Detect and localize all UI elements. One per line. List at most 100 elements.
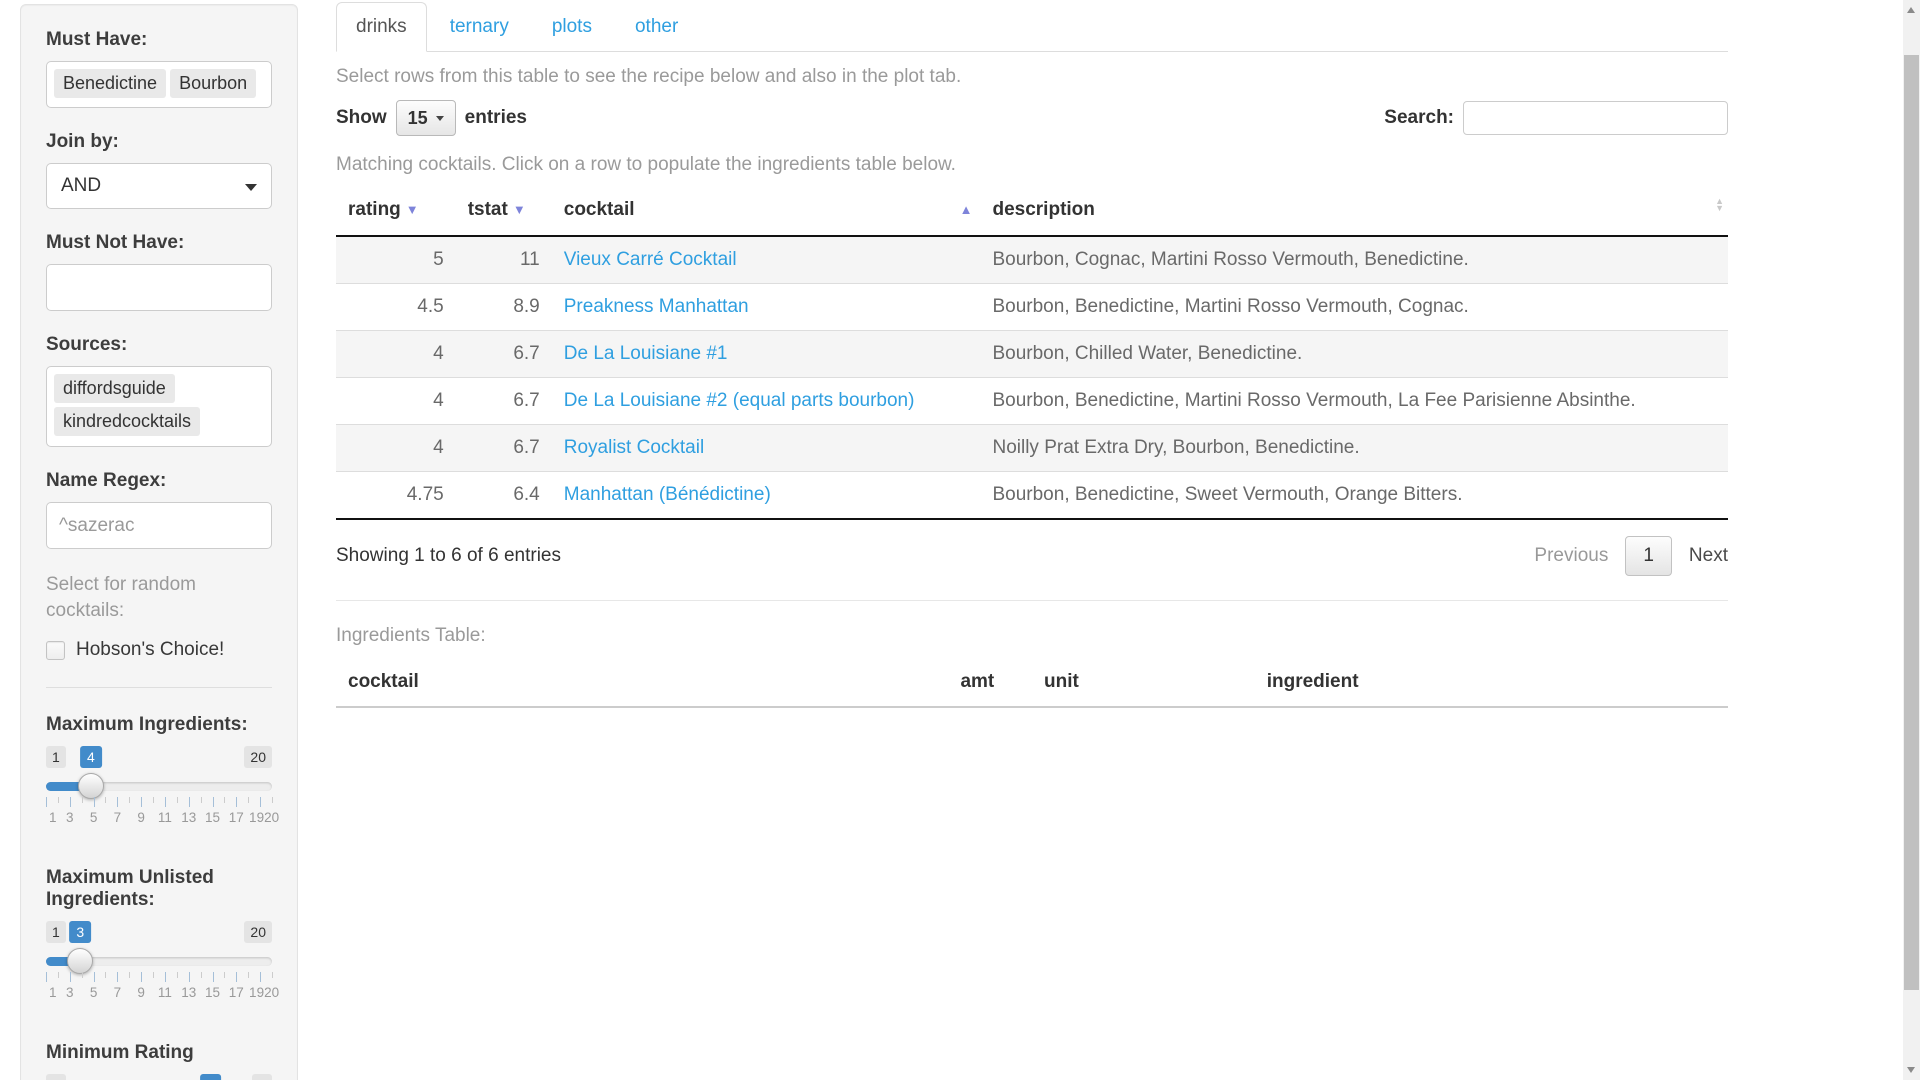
slider-tick-label: 15 (205, 985, 220, 1000)
slider-handle[interactable] (78, 773, 104, 799)
next-page-button[interactable]: Next (1689, 545, 1728, 567)
previous-page-button[interactable]: Previous (1534, 545, 1608, 567)
tab-plots[interactable]: plots (532, 2, 612, 52)
description-cell: Bourbon, Benedictine, Martini Rosso Verm… (980, 284, 1728, 331)
cocktail-cell: De La Louisiane #2 (equal parts bourbon) (552, 378, 981, 425)
slider-tick-label: 1 (49, 985, 57, 1000)
cocktail-cell: Vieux Carré Cocktail (552, 236, 981, 284)
page-scrollbar[interactable] (1903, 0, 1920, 1080)
scrollbar-thumb[interactable] (1904, 55, 1919, 990)
column-header-unit: unit (1032, 659, 1255, 707)
slider-grid: 13579111315171920 (46, 797, 272, 827)
sort-both-icon: ▲▼ (1715, 198, 1724, 212)
tag-bourbon[interactable]: Bourbon (170, 69, 256, 98)
cocktail-row[interactable]: 4.58.9Preakness ManhattanBourbon, Benedi… (336, 284, 1728, 331)
slider-tick (272, 972, 273, 978)
must-not-have-label: Must Not Have: (46, 232, 272, 254)
sources-label: Sources: (46, 334, 272, 356)
rating-cell: 4 (336, 425, 456, 472)
must-have-label: Must Have: (46, 29, 272, 51)
max-unlisted-ingredients-slider[interactable] (46, 957, 272, 966)
cocktail-row[interactable]: 46.7De La Louisiane #2 (equal parts bour… (336, 378, 1728, 425)
scroll-down-icon[interactable] (1907, 1067, 1915, 1073)
slider-tick (213, 972, 214, 982)
column-header-description[interactable]: description ▲▼ (980, 186, 1728, 236)
entries-label: entries (465, 107, 527, 129)
slider-tick (117, 797, 118, 807)
tstat-cell: 6.4 (456, 472, 552, 520)
tag-kindredcocktails[interactable]: kindredcocktails (54, 407, 200, 436)
slider-tick-label: 17 (229, 810, 244, 825)
tag-diffordsguide[interactable]: diffordsguide (54, 374, 175, 403)
must-have-input[interactable]: BenedictineBourbon (46, 61, 272, 108)
ingredients-table-label: Ingredients Table: (336, 625, 1728, 647)
column-header-ingredient-cocktail: cocktail (336, 659, 948, 707)
tstat-cell: 6.7 (456, 425, 552, 472)
max-ingredients-slider[interactable] (46, 782, 272, 791)
slider-tick (117, 972, 118, 982)
rating-cell: 5 (336, 236, 456, 284)
tab-ternary[interactable]: ternary (430, 2, 529, 52)
cocktails-table: rating▼ tstat▼ cocktail ▲ description ▲▼ (336, 186, 1728, 520)
cocktail-link[interactable]: Royalist Cocktail (564, 437, 704, 458)
slider-max-badge: 20 (244, 746, 272, 768)
rating-cell: 4 (336, 378, 456, 425)
cocktail-row[interactable]: 511Vieux Carré CocktailBourbon, Cognac, … (336, 236, 1728, 284)
slider-tick (260, 972, 261, 982)
scroll-up-icon[interactable] (1907, 7, 1915, 13)
slider-tick-label: 1 (49, 810, 57, 825)
cocktail-link[interactable]: Manhattan (Bénédictine) (564, 484, 771, 505)
slider-tick-label: 15 (205, 810, 220, 825)
slider-tick (201, 972, 202, 978)
name-regex-input[interactable] (46, 502, 272, 549)
slider-tick (248, 972, 249, 978)
tab-other[interactable]: other (615, 2, 698, 52)
description-cell: Bourbon, Cognac, Martini Rosso Vermouth,… (980, 236, 1728, 284)
slider-tick-label: 5 (90, 985, 98, 1000)
slider-tick-label: 17 (229, 985, 244, 1000)
sort-asc-icon: ▲ (960, 202, 973, 217)
max-ingredients-label: Maximum Ingredients: (46, 714, 272, 736)
slider-handle[interactable] (67, 948, 93, 974)
description-cell: Bourbon, Chilled Water, Benedictine. (980, 331, 1728, 378)
tag-benedictine[interactable]: Benedictine (54, 69, 166, 98)
cocktail-link[interactable]: Preakness Manhattan (564, 296, 749, 317)
cocktail-row[interactable]: 46.7Royalist CocktailNoilly Prat Extra D… (336, 425, 1728, 472)
cocktail-cell: Royalist Cocktail (552, 425, 981, 472)
slider-tick (224, 972, 225, 978)
slider-tick (82, 972, 83, 978)
column-header-cocktail[interactable]: cocktail ▲ (552, 186, 981, 236)
slider-tick (177, 797, 178, 803)
slider-tick-label: 13 (181, 810, 196, 825)
slider-tick (70, 972, 71, 982)
cocktail-link[interactable]: Vieux Carré Cocktail (564, 249, 737, 270)
cocktail-row[interactable]: 4.756.4Manhattan (Bénédictine)Bourbon, B… (336, 472, 1728, 520)
slider-tick (153, 797, 154, 803)
slider-tick (141, 797, 142, 807)
cocktail-link[interactable]: De La Louisiane #2 (equal parts bourbon) (564, 390, 915, 411)
column-header-rating[interactable]: rating▼ (336, 186, 456, 236)
sources-input[interactable]: diffordsguide kindredcocktails (46, 366, 272, 447)
search-input[interactable] (1463, 101, 1728, 135)
cocktail-link[interactable]: De La Louisiane #1 (564, 343, 728, 364)
join-by-select[interactable]: AND (46, 163, 272, 209)
slider-tick (58, 972, 59, 978)
slider-tick (141, 972, 142, 982)
hobsons-choice-checkbox[interactable] (46, 641, 65, 660)
cocktail-row[interactable]: 46.7De La Louisiane #1Bourbon, Chilled W… (336, 331, 1728, 378)
column-header-tstat[interactable]: tstat▼ (456, 186, 552, 236)
slider-value-badge: 4 (200, 1074, 222, 1080)
cocktail-cell: De La Louisiane #1 (552, 331, 981, 378)
max-unlisted-ingredients-label: Maximum Unlisted Ingredients: (46, 867, 272, 911)
slider-tick (129, 972, 130, 978)
pagination: Previous 1 Next (1534, 536, 1728, 576)
page-number-button[interactable]: 1 (1625, 536, 1672, 576)
slider-max-badge: 5 (252, 1074, 272, 1080)
slider-tick (70, 797, 71, 807)
tab-drinks[interactable]: drinks (336, 2, 427, 52)
must-not-have-input[interactable] (46, 264, 272, 311)
hobsons-choice-label: Hobson's Choice! (76, 639, 224, 661)
page-length-select[interactable]: 15 (396, 100, 456, 136)
slider-tick (46, 797, 47, 807)
slider-tick (177, 972, 178, 978)
